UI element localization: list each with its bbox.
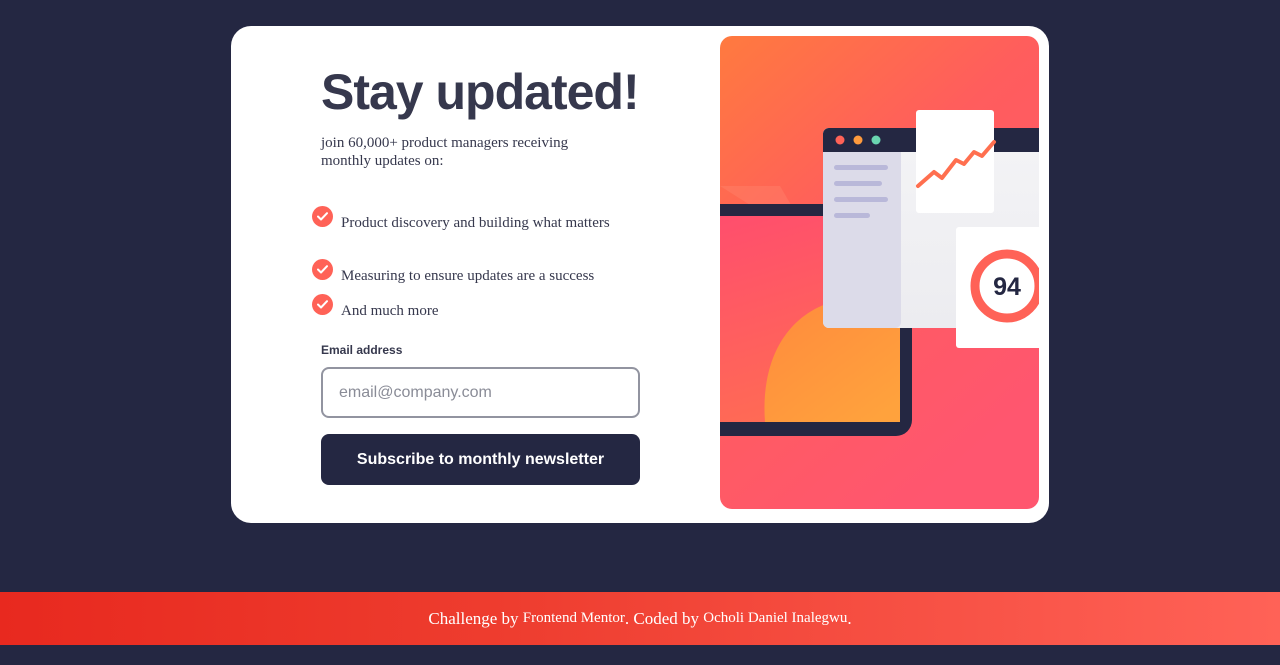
- feature-item: Product discovery and building what matt…: [312, 206, 641, 232]
- attribution-footer: Challenge by Frontend Mentor. Coded by O…: [0, 592, 1280, 645]
- subscribe-button[interactable]: Subscribe to monthly newsletter: [321, 434, 640, 485]
- check-icon: [312, 294, 333, 315]
- feature-text: And much more: [341, 303, 439, 319]
- feature-text: Product discovery and building what matt…: [341, 215, 610, 231]
- footer-period: .: [847, 608, 852, 628]
- score-value: 94: [993, 273, 1021, 301]
- hero-illustration: 94: [720, 36, 1039, 509]
- signup-card: Stay updated! join 60,000+ product manag…: [231, 26, 1049, 523]
- feature-item: And much more: [312, 294, 641, 320]
- page-title: Stay updated!: [321, 64, 640, 120]
- challenge-text: Challenge by: [428, 608, 519, 628]
- author-link[interactable]: Ocholi Daniel Inalegwu: [703, 610, 847, 627]
- feature-item: Measuring to ensure updates are a succes…: [312, 259, 641, 285]
- feature-text: Measuring to ensure updates are a succes…: [341, 268, 595, 284]
- frontend-mentor-link[interactable]: Frontend Mentor: [523, 610, 625, 627]
- coded-by-text: . Coded by: [624, 608, 699, 628]
- check-icon: [312, 206, 333, 227]
- email-label: Email address: [321, 343, 403, 357]
- check-icon: [312, 259, 333, 280]
- intro-text: join 60,000+ product managers receiving …: [321, 135, 569, 169]
- email-field[interactable]: [321, 367, 640, 418]
